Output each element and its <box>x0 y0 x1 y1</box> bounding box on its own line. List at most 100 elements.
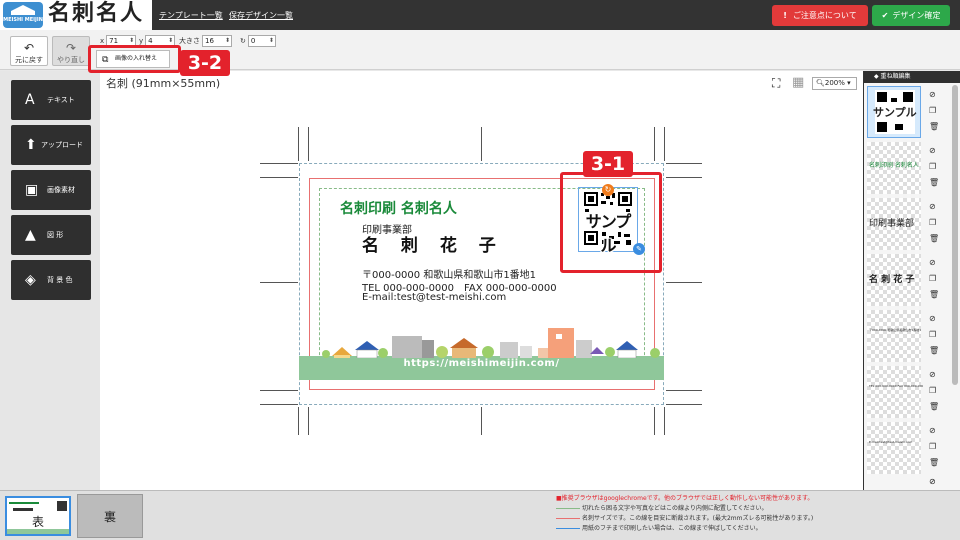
layer-thumb <box>867 422 921 474</box>
undo-icon: ↶ <box>24 41 35 55</box>
crop-mark <box>664 127 665 161</box>
copy-icon[interactable]: ❐ <box>929 218 936 227</box>
card-email[interactable]: E-mail:test@test-meishi.com <box>362 292 506 303</box>
layer-item[interactable]: 〒000-0000 和歌山県和歌山市1番地1 ⊘ ❐ 🗑︎ <box>867 310 947 362</box>
legend-bleed-text: 用紙のフチまで印刷したい場合は、この線まで伸ばしてください。 <box>582 525 762 532</box>
legend-safe-text: 切れたら困る文字や写真などはこの線より内側に配置してください。 <box>582 505 768 512</box>
text-icon: A <box>25 92 35 108</box>
background-color-button[interactable]: ◈ 背 景 色 <box>11 260 91 300</box>
zoom-select[interactable]: 🔍︎200% ▾ <box>812 77 857 90</box>
top-bar: MEISHI MEIJIN 名刺名人 テンプレート一覧 保存デザイン一覧 ! ご注… <box>0 0 960 30</box>
layer-item[interactable]: 名刺印刷 名刺名人 ⊘ ❐ 🗑︎ <box>867 142 947 194</box>
rotate-icon: ↻ <box>240 37 246 45</box>
crop-mark <box>666 163 702 164</box>
undo-button[interactable]: ↶ 元に戻す <box>10 36 48 66</box>
layer-label: 名 刺 花 子 <box>869 275 915 285</box>
copy-icon[interactable]: ❐ <box>929 442 936 451</box>
layer-label: 印刷事業部 <box>869 219 915 229</box>
saved-designs-link[interactable]: 保存デザイン一覧 <box>229 10 293 21</box>
image-assets-label: 画像素材 <box>47 186 75 194</box>
zoom-icon: 🔍︎ <box>816 79 825 87</box>
check-icon: ✔ <box>881 11 889 20</box>
trash-icon[interactable]: 🗑︎ <box>929 290 939 299</box>
fullscreen-icon[interactable]: ⛶ <box>772 76 780 91</box>
copy-icon[interactable]: ❐ <box>929 274 936 283</box>
legend-row-safe: 切れたら困る文字や写真などはこの線より内側に配置してください。 <box>556 504 956 514</box>
layer-item[interactable]: E-mail:test@test-meishi.com ⊘ ❐ 🗑︎ <box>867 422 947 474</box>
layer-scrollbar[interactable] <box>952 85 958 385</box>
eye-slash-icon[interactable]: ⊘ <box>929 258 936 267</box>
image-icon: ▣ <box>25 182 39 198</box>
logo-subtitle: MEISHI MEIJIN <box>3 17 43 23</box>
layer-panel-title: 重ね順編集 <box>880 73 911 80</box>
crop-mark <box>260 177 298 178</box>
trash-icon[interactable]: 🗑︎ <box>929 234 939 243</box>
rotation-input[interactable]: 0 ⬍ <box>247 35 276 47</box>
layer-label: TEL 000-000-0000 FAX 000-000-0000 <box>869 384 923 388</box>
trash-icon[interactable]: 🗑︎ <box>929 458 939 467</box>
page-front-thumbnail[interactable]: 表 <box>5 496 71 536</box>
confirm-design-button[interactable]: ✔ デザイン確定 <box>872 5 950 26</box>
center-mark <box>481 407 482 435</box>
trash-icon[interactable]: 🗑︎ <box>929 402 939 411</box>
layer-item[interactable]: サンプル ⊘ ❐ 🗑︎ <box>867 86 947 138</box>
callout-frame-qr <box>560 172 662 273</box>
background-color-label: 背 景 色 <box>47 276 73 284</box>
eye-slash-icon[interactable]: ⊘ <box>929 477 936 486</box>
callout-frame-swap <box>88 45 181 73</box>
canvas-title: 名刺 (91mm×55mm) <box>106 77 221 90</box>
legend-trim-text: 名刺サイズです。この線を目安に断裁されます。(最大2mmズレる可能性があります。… <box>582 515 814 522</box>
copy-icon[interactable]: ❐ <box>929 386 936 395</box>
logo-text: 名刺名人 <box>48 1 145 26</box>
logo[interactable]: MEISHI MEIJIN 名刺名人 <box>0 0 152 30</box>
redo-button[interactable]: ↷ やり直し <box>52 36 90 66</box>
layer-thumb <box>867 310 921 362</box>
trash-icon[interactable]: 🗑︎ <box>929 178 939 187</box>
copy-icon[interactable]: ❐ <box>929 330 936 339</box>
redo-label: やり直し <box>57 56 85 64</box>
layer-item[interactable]: 印刷事業部 ⊘ ❐ 🗑︎ <box>867 198 947 250</box>
copy-icon[interactable]: ❐ <box>929 162 936 171</box>
eye-slash-icon[interactable]: ⊘ <box>929 90 936 99</box>
size-input[interactable]: 16 ⬍ <box>202 35 232 47</box>
layer-item[interactable]: TEL 000-000-0000 FAX 000-000-0000 ⊘ ❐ 🗑︎ <box>867 366 947 418</box>
template-list-link[interactable]: テンプレート一覧 <box>159 10 223 21</box>
crop-mark <box>666 404 702 405</box>
center-mark <box>666 282 702 283</box>
trash-icon[interactable]: 🗑︎ <box>929 346 939 355</box>
eye-slash-icon[interactable]: ⊘ <box>929 426 936 435</box>
copy-icon[interactable]: ❐ <box>929 106 936 115</box>
text-tool-button[interactable]: A テキスト <box>11 80 91 120</box>
crop-mark <box>298 407 299 435</box>
page-front-label: 表 <box>32 515 45 529</box>
redo-icon: ↷ <box>66 41 77 55</box>
upload-button[interactable]: ⬆ アップロード <box>11 125 91 165</box>
crop-mark <box>654 407 655 435</box>
eye-slash-icon[interactable]: ⊘ <box>929 146 936 155</box>
image-assets-button[interactable]: ▣ 画像素材 <box>11 170 91 210</box>
trash-icon[interactable]: 🗑︎ <box>929 122 939 131</box>
crop-mark <box>666 177 702 178</box>
shapes-icon: ▲ <box>25 227 36 243</box>
design-canvas[interactable]: 名刺 (91mm×55mm) ⛶ ▦ 🔍︎200% ▾ https://meis… <box>100 71 863 490</box>
grid-icon[interactable]: ▦ <box>792 75 804 90</box>
crop-mark <box>308 127 309 161</box>
layer-panel: ◆ 重ね順編集 サンプル ⊘ ❐ 🗑︎ 名刺印刷 名刺名人 ⊘ ❐ 🗑︎ 印刷事… <box>863 71 960 490</box>
card-company-heading[interactable]: 名刺印刷 名刺名人 <box>340 198 457 218</box>
card-person-name[interactable]: 名 刺 花 子 <box>362 231 504 256</box>
layer-label: サンプル <box>873 106 917 119</box>
center-mark <box>260 282 298 283</box>
page-back-button[interactable]: 裏 <box>77 494 143 538</box>
layer-item[interactable]: 名 刺 花 子 ⊘ ❐ 🗑︎ <box>867 254 947 306</box>
shapes-button[interactable]: ▲ 図 形 <box>11 215 91 255</box>
eye-slash-icon[interactable]: ⊘ <box>929 202 936 211</box>
card-url-text[interactable]: https://meishimeijin.com/ <box>299 358 664 369</box>
caution-button[interactable]: ! ご注意点について <box>772 5 868 26</box>
eye-slash-icon[interactable]: ⊘ <box>929 314 936 323</box>
town-illustration[interactable] <box>320 328 665 358</box>
eye-slash-icon[interactable]: ⊘ <box>929 370 936 379</box>
bottom-bar: 表 裏 ■推奨ブラウザはgooglechromeです。他のブラウザでは正しく動作… <box>0 490 960 540</box>
text-tool-label: テキスト <box>47 96 75 104</box>
alert-icon: ! <box>783 11 787 20</box>
paint-bucket-icon: ◈ <box>25 272 36 288</box>
